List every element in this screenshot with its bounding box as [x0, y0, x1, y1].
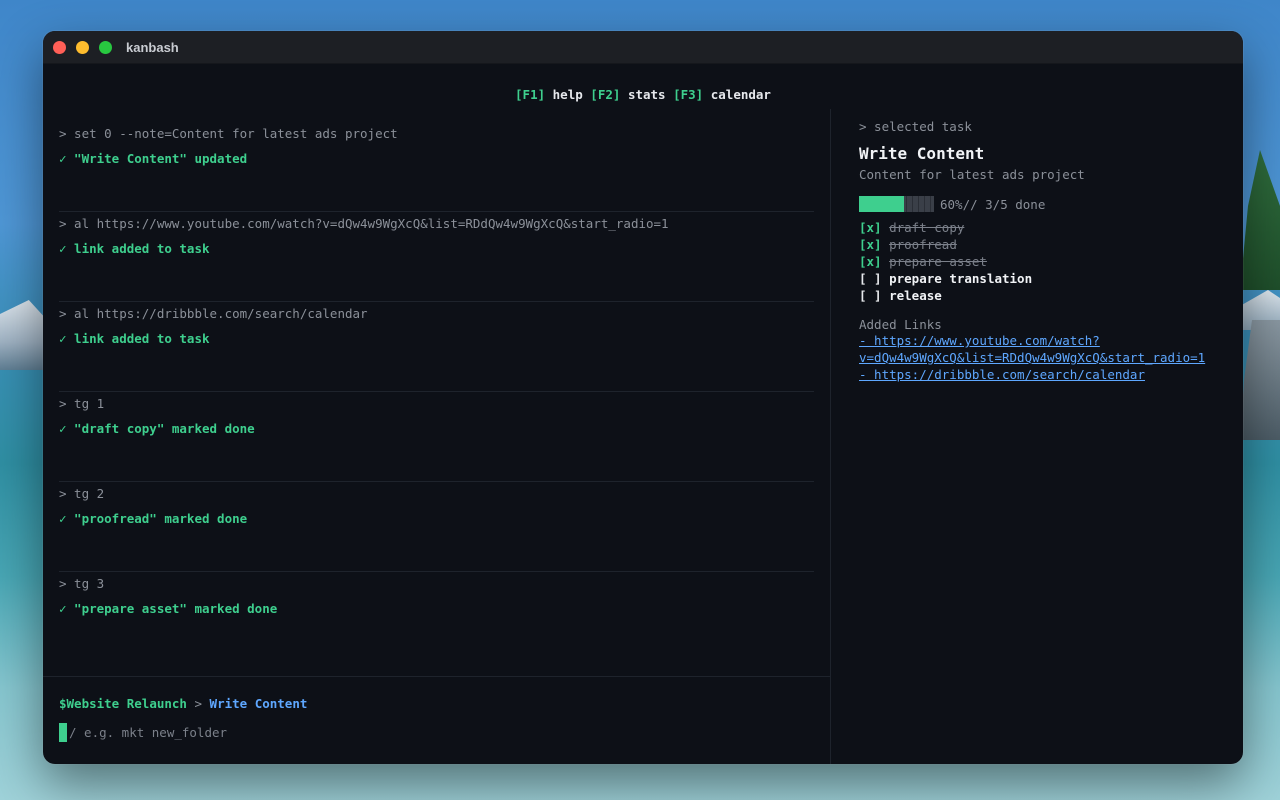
- minimize-window-button[interactable]: [76, 40, 89, 54]
- panel-header: > selected task: [859, 119, 972, 134]
- wallpaper-mountain: [0, 300, 48, 370]
- progress-bar-fill: [859, 196, 904, 212]
- maximize-window-button[interactable]: [99, 40, 112, 54]
- subtask-item[interactable]: [x] draft copy: [859, 219, 1229, 236]
- text-cursor: [59, 723, 67, 742]
- close-window-button[interactable]: [53, 40, 66, 54]
- log-entry: > set 0 --note=Content for latest ads pr…: [59, 122, 814, 212]
- f1-help-shortcut[interactable]: [F1] help: [515, 87, 583, 102]
- link-youtube[interactable]: - https://www.youtube.com/watch? v=dQw4w9…: [859, 332, 1229, 366]
- subtask-item[interactable]: [ ] prepare translation: [859, 270, 1229, 287]
- log-command: > al https://www.youtube.com/watch?v=dQw…: [59, 216, 669, 231]
- log-entry: > al https://dribbble.com/search/calenda…: [59, 302, 814, 392]
- command-prompt-area: $Website Relaunch > Write Content: [43, 676, 830, 764]
- log-entry: > tg 2 ✓ "proofread" marked done: [59, 482, 814, 572]
- breadcrumb-task[interactable]: Write Content: [210, 696, 308, 711]
- log-result: ✓ "proofread" marked done: [59, 511, 248, 526]
- log-command: > tg 3: [59, 576, 105, 591]
- subtask-label: release: [889, 288, 942, 303]
- command-log-pane: > set 0 --note=Content for latest ads pr…: [43, 109, 830, 677]
- log-command: > set 0 --note=Content for latest ads pr…: [59, 126, 398, 141]
- function-key-bar: [F1] help [F2] stats [F3] calendar: [43, 87, 1243, 102]
- added-links-label: Added Links: [859, 317, 942, 332]
- log-result: ✓ link added to task: [59, 331, 210, 346]
- task-title: Write Content: [859, 144, 985, 163]
- breadcrumb-separator: >: [194, 696, 203, 711]
- log-command: > tg 1: [59, 396, 105, 411]
- task-progress: 60%// 3/5 done: [859, 196, 1229, 212]
- log-result: ✓ link added to task: [59, 241, 210, 256]
- command-log: > set 0 --note=Content for latest ads pr…: [59, 122, 814, 662]
- log-command: > al https://dribbble.com/search/calenda…: [59, 306, 368, 321]
- subtask-item[interactable]: [x] prepare asset: [859, 253, 1229, 270]
- command-input-row: [59, 723, 469, 742]
- subtask-checkbox[interactable]: [ ]: [859, 271, 882, 286]
- command-input[interactable]: [69, 725, 469, 740]
- subtask-list: [x] draft copy [x] proofread [x] prepare…: [859, 219, 1229, 304]
- title-bar: kanbash: [43, 31, 1243, 64]
- subtask-checkbox[interactable]: [ ]: [859, 288, 882, 303]
- log-result: ✓ "Write Content" updated: [59, 151, 248, 166]
- subtask-checkbox[interactable]: [x]: [859, 220, 882, 235]
- subtask-checkbox[interactable]: [x]: [859, 254, 882, 269]
- log-entry: > tg 3 ✓ "prepare asset" marked done: [59, 572, 814, 662]
- selected-task-panel: > selected task Write Content Content fo…: [859, 119, 1229, 383]
- wallpaper-tree: [1240, 150, 1280, 290]
- task-note: Content for latest ads project: [859, 167, 1085, 182]
- progress-text: 60%// 3/5 done: [940, 196, 1046, 212]
- subtask-item[interactable]: [x] proofread: [859, 236, 1229, 253]
- f2-stats-shortcut[interactable]: [F2] stats: [590, 87, 665, 102]
- f3-calendar-shortcut[interactable]: [F3] calendar: [673, 87, 771, 102]
- log-entry: > al https://www.youtube.com/watch?v=dQw…: [59, 212, 814, 302]
- wallpaper-rocks: [1240, 320, 1280, 440]
- link-dribbble[interactable]: - https://dribbble.com/search/calendar: [859, 366, 1229, 383]
- breadcrumb-project[interactable]: Website Relaunch: [67, 696, 187, 711]
- app-title: kanbash: [126, 39, 179, 55]
- subtask-item[interactable]: [ ] release: [859, 287, 1229, 304]
- pane-divider: [830, 109, 831, 764]
- app-window: kanbash [F1] help [F2] stats [F3] calend…: [43, 31, 1243, 764]
- breadcrumb: $Website Relaunch > Write Content: [59, 696, 307, 711]
- subtask-label: prepare asset: [889, 254, 987, 269]
- subtask-checkbox[interactable]: [x]: [859, 237, 882, 252]
- subtask-label: draft copy: [889, 220, 965, 235]
- subtask-label: proofread: [889, 237, 957, 252]
- log-entry: > tg 1 ✓ "draft copy" marked done: [59, 392, 814, 482]
- log-command: > tg 2: [59, 486, 105, 501]
- progress-bar: [859, 196, 934, 212]
- subtask-label: prepare translation: [889, 271, 1033, 286]
- log-result: ✓ "prepare asset" marked done: [59, 601, 278, 616]
- log-result: ✓ "draft copy" marked done: [59, 421, 255, 436]
- prompt-symbol: $: [59, 696, 67, 711]
